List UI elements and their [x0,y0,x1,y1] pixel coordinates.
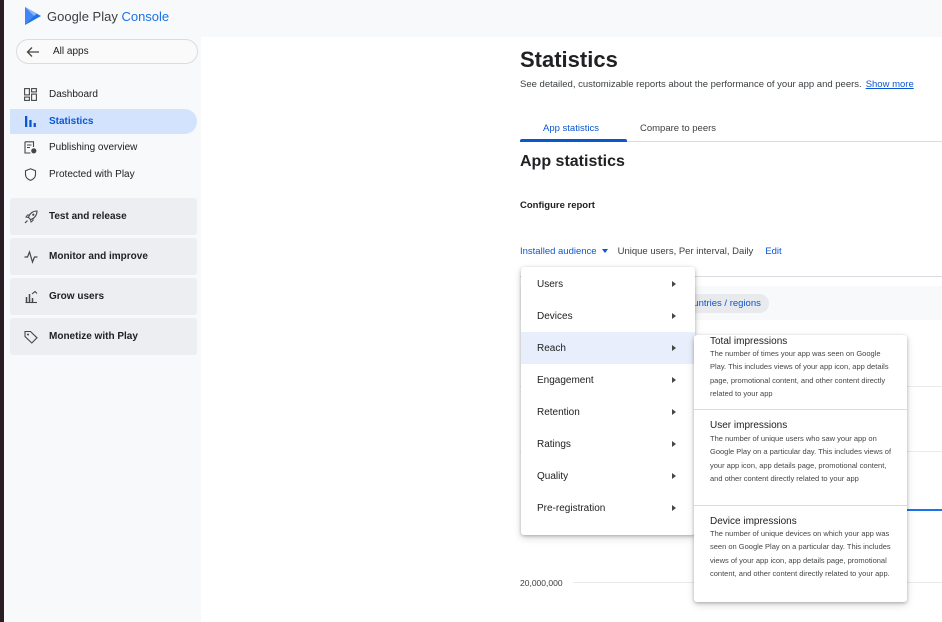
show-more-link[interactable]: Show more [866,79,914,90]
sidebar-group-test-and-release[interactable]: Test and release [10,198,197,235]
sidebar-item-label: Dashboard [49,89,98,100]
sidebar-item-dashboard[interactable]: Dashboard [10,82,197,107]
publishing-icon [24,141,37,154]
menu-item-label: Pre-registration [537,503,606,514]
menu-item-label: Quality [537,471,569,482]
rocket-icon [24,210,38,224]
sidebar-group-label: Test and release [49,211,127,222]
edit-button[interactable]: Edit [765,246,781,257]
sidebar-group-label: Monetize with Play [49,331,138,342]
chevron-right-icon [672,345,676,351]
menu-item-engagement[interactable]: Engagement [521,364,695,396]
chevron-right-icon [672,505,676,511]
reach-submenu: Total impressions The number of times yo… [694,335,907,602]
top-bar: Google Play Console [4,0,942,37]
metric-description: Unique users, Per interval, Daily [617,245,754,257]
dashboard-icon [24,88,37,101]
sidebar-item-label: Protected with Play [49,169,135,180]
menu-item-users[interactable]: Users [521,268,695,300]
submenu-item-description: The number of times your app was seen on… [710,349,889,398]
sidebar-group-label: Grow users [49,291,105,302]
submenu-item-description: The number of unique users who saw your … [710,434,892,483]
active-tab-indicator [520,139,627,142]
configure-report-label: Configure report [520,200,595,211]
logo-text: Google Play Console [47,9,169,24]
menu-item-ratings[interactable]: Ratings [521,428,695,460]
arrow-back-icon [26,47,39,57]
all-apps-label: All apps [53,46,89,57]
shield-icon [24,168,37,181]
page-subtitle: See detailed, customizable reports about… [520,79,914,90]
google-play-console-logo[interactable]: Google Play Console [24,6,169,26]
sidebar-item-publishing-overview[interactable]: Publishing overview [10,135,197,160]
sidebar-group-monitor-and-improve[interactable]: Monitor and improve [10,238,197,275]
sidebar-item-statistics[interactable]: Statistics [10,109,197,134]
chevron-right-icon [672,377,676,383]
report-filter-row: Installed audience Unique users, Per int… [520,244,782,258]
logo-console: Console [121,8,170,24]
sidebar-item-label: Publishing overview [49,142,138,153]
sidebar-group-grow-users[interactable]: Grow users [10,278,197,315]
logo-google-play: Google Play [47,8,118,24]
menu-item-pre-registration[interactable]: Pre-registration [521,492,695,524]
menu-item-label: Reach [537,343,566,354]
menu-item-label: Retention [537,407,580,418]
menu-item-reach[interactable]: Reach [521,332,695,364]
menu-item-label: Engagement [537,375,594,386]
countries-regions-chip[interactable]: ountries / regions [684,294,769,313]
chevron-right-icon [672,473,676,479]
chart-series-line [901,509,942,511]
submenu-item-title: Total impressions [710,336,788,347]
metric-category-menu: Users Devices Reach Engagement Retention… [521,267,695,535]
sidebar-group-monetize-with-play[interactable]: Monetize with Play [10,318,197,355]
page-title: Statistics [520,47,618,72]
tab-app-statistics[interactable]: App statistics [543,123,599,134]
menu-item-retention[interactable]: Retention [521,396,695,428]
pulse-icon [24,250,38,264]
chevron-right-icon [672,313,676,319]
submenu-item-user-impressions[interactable]: User impressions The number of unique us… [694,410,907,504]
chevron-right-icon [672,281,676,287]
submenu-item-total-impressions[interactable]: Total impressions The number of times yo… [694,335,907,409]
dropdown-arrow-icon [601,249,608,253]
section-title: App statistics [520,153,625,170]
metric-dropdown[interactable]: Installed audience [520,246,608,257]
chevron-right-icon [672,441,676,447]
sidebar-item-protected-with-play[interactable]: Protected with Play [10,162,197,187]
submenu-item-description: The number of unique devices on which yo… [710,529,891,578]
menu-item-label: Users [537,279,564,290]
play-logo-icon [25,7,41,25]
menu-item-label: Devices [537,311,573,322]
submenu-item-device-impressions[interactable]: Device impressions The number of unique … [694,506,907,602]
tab-compare-to-peers[interactable]: Compare to peers [640,123,716,134]
chevron-right-icon [672,409,676,415]
submenu-item-title: Device impressions [710,516,797,527]
tag-icon [24,330,38,344]
statistics-tabs: App statistics Compare to peers [520,118,942,142]
all-apps-button[interactable]: All apps [16,39,198,64]
sidebar-group-label: Monitor and improve [49,251,148,262]
menu-item-devices[interactable]: Devices [521,300,695,332]
grow-users-icon [25,290,38,304]
y-axis-label: 20,000,000 [520,578,563,588]
menu-item-label: Ratings [537,439,571,450]
sidebar: All apps Dashboard Statistics Publishing… [4,37,201,622]
sidebar-item-label: Statistics [49,116,94,127]
page-subtitle-text: See detailed, customizable reports about… [520,79,862,90]
bar-chart-icon [25,116,36,127]
metric-dropdown-label: Installed audience [520,245,597,257]
submenu-item-title: User impressions [710,420,788,431]
menu-item-quality[interactable]: Quality [521,460,695,492]
